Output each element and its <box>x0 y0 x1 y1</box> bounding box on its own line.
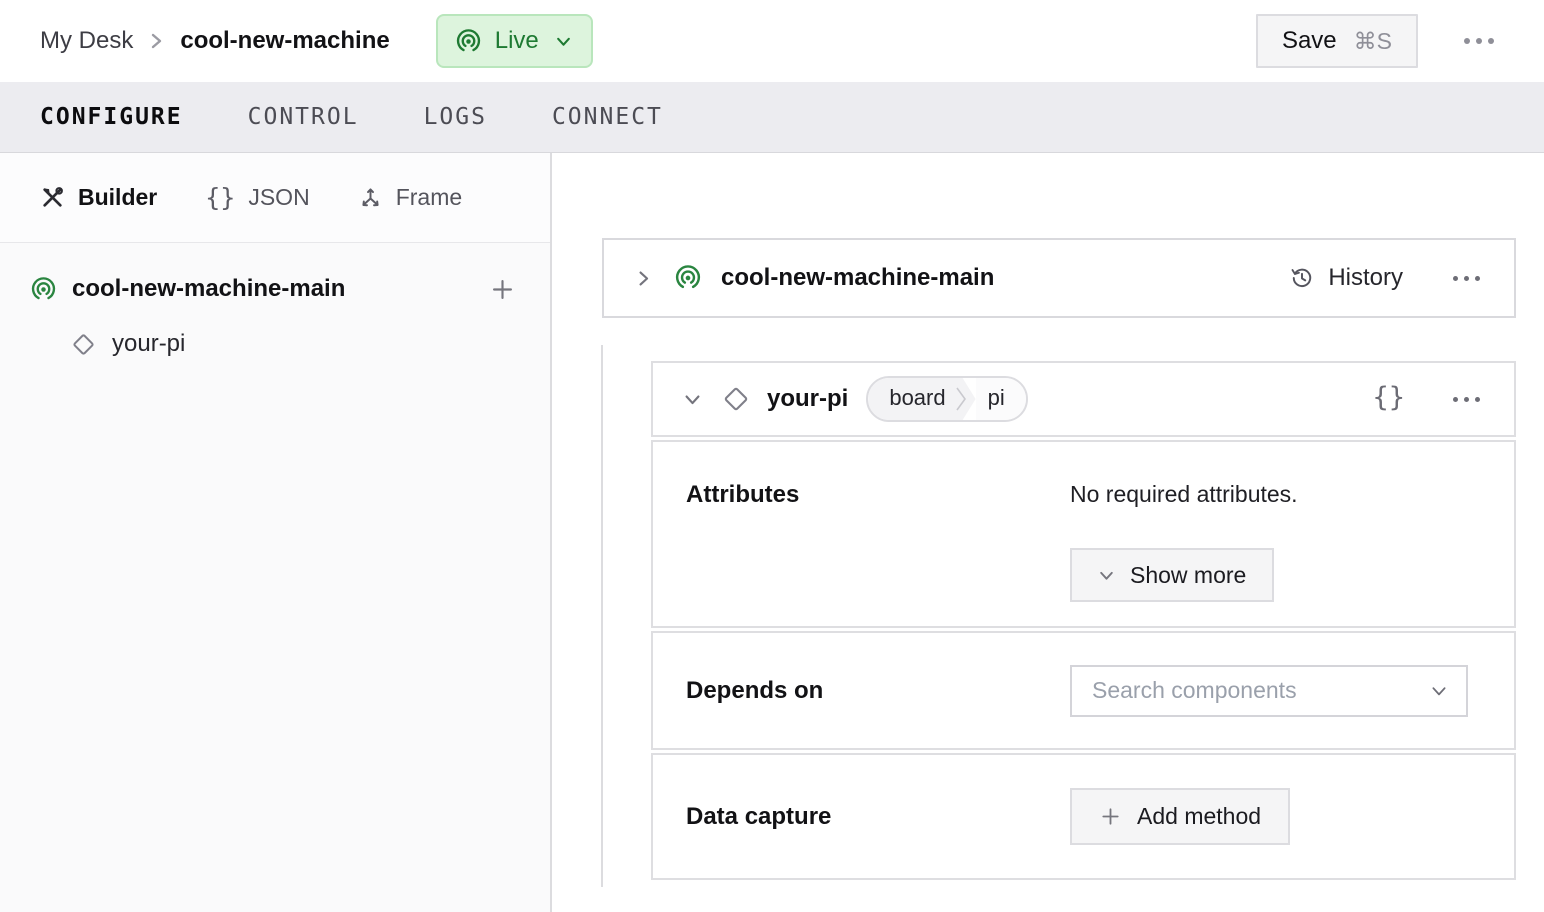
search-components-input[interactable] <box>1092 677 1430 704</box>
depends-on-select[interactable] <box>1070 664 1468 717</box>
content-area: Builder {} JSON Frame cool-new-machine-m… <box>0 153 1544 912</box>
tab-configure[interactable]: CONFIGURE <box>40 100 183 134</box>
edit-json-icon[interactable]: {} <box>1372 382 1405 417</box>
add-component-icon[interactable] <box>489 276 516 303</box>
top-header: My Desk cool-new-machine Live Save ⌘S <box>0 0 1544 82</box>
view-tab-label: JSON <box>248 184 310 210</box>
header-actions: Save ⌘S <box>1255 14 1500 68</box>
main-nav-tabs: CONFIGURE CONTROL LOGS CONNECT <box>0 82 1544 153</box>
breadcrumb-current: cool-new-machine <box>180 27 390 54</box>
attributes-section: Attributes No required attributes. Show … <box>651 440 1516 628</box>
broadcast-icon <box>455 28 482 55</box>
add-method-label: Add method <box>1137 803 1262 829</box>
tree-machine-row[interactable]: cool-new-machine-main <box>30 275 516 303</box>
history-button[interactable]: History <box>1289 264 1403 292</box>
tree-machine-name[interactable]: cool-new-machine-main <box>72 275 474 303</box>
view-tab-builder[interactable]: Builder <box>40 184 157 211</box>
select-chevron-down-icon[interactable] <box>1430 682 1448 700</box>
data-capture-section: Data capture Add method <box>651 753 1516 880</box>
view-switcher: Builder {} JSON Frame <box>0 153 550 243</box>
expand-chevron-right-icon[interactable] <box>634 269 653 288</box>
app-window: My Desk cool-new-machine Live Save ⌘S CO… <box>0 0 1544 912</box>
component-card-header: your-pi board pi {} <box>651 361 1516 437</box>
broadcast-icon <box>30 276 57 303</box>
chevron-right-icon <box>149 29 164 53</box>
save-shortcut-hint: ⌘S <box>1353 27 1392 54</box>
component-card-menu-icon[interactable] <box>1447 391 1486 408</box>
view-tab-frame[interactable]: Frame <box>358 184 462 211</box>
tree-component-row[interactable]: your-pi <box>71 330 516 358</box>
breadcrumb-parent[interactable]: My Desk <box>40 27 133 55</box>
badge-chevron-icon <box>956 387 967 411</box>
component-type-badge: board pi <box>866 376 1028 422</box>
history-button-label: History <box>1328 264 1403 291</box>
show-more-label: Show more <box>1130 561 1247 588</box>
view-tab-json[interactable]: {} JSON <box>205 183 309 212</box>
component-diamond-icon <box>722 385 750 413</box>
machine-card-menu-icon[interactable] <box>1447 270 1486 287</box>
live-status-dropdown[interactable]: Live <box>435 14 593 68</box>
view-tab-label: Builder <box>78 184 158 210</box>
chevron-down-icon <box>555 33 572 50</box>
breadcrumb: My Desk cool-new-machine <box>40 27 390 55</box>
live-badge-label: Live <box>494 27 539 54</box>
history-clock-icon <box>1289 265 1315 291</box>
machine-part-card: cool-new-machine-main History <box>602 238 1516 318</box>
configure-sidebar: Builder {} JSON Frame cool-new-machine-m… <box>0 153 552 912</box>
collapse-chevron-down-icon[interactable] <box>683 390 702 409</box>
component-title: your-pi <box>767 385 849 412</box>
header-overflow-menu-icon[interactable] <box>1458 32 1500 50</box>
tab-logs[interactable]: LOGS <box>424 100 487 134</box>
axes-icon <box>358 185 383 210</box>
add-method-button[interactable]: Add method <box>1070 788 1291 845</box>
tree-connector-line <box>601 345 603 887</box>
save-button[interactable]: Save ⌘S <box>1255 14 1418 68</box>
show-more-button[interactable]: Show more <box>1070 548 1275 602</box>
builder-canvas: cool-new-machine-main History your-pi bo… <box>552 153 1544 912</box>
tree-component-name[interactable]: your-pi <box>112 330 185 358</box>
braces-icon: {} <box>205 183 236 212</box>
tools-icon <box>40 185 65 210</box>
plus-icon <box>1099 805 1122 828</box>
view-tab-label: Frame <box>395 184 463 210</box>
attributes-empty-text: No required attributes. <box>1070 481 1298 507</box>
attributes-label: Attributes <box>686 481 800 508</box>
save-button-label: Save <box>1281 27 1337 54</box>
chevron-down-icon <box>1098 567 1115 584</box>
tab-control[interactable]: CONTROL <box>248 100 359 134</box>
depends-on-section: Depends on <box>651 631 1516 750</box>
component-diamond-icon <box>71 332 96 357</box>
component-model: pi <box>975 378 1026 420</box>
depends-on-label: Depends on <box>686 676 824 704</box>
attributes-content: No required attributes. Show more <box>1070 481 1298 602</box>
tab-connect[interactable]: CONNECT <box>552 100 663 134</box>
machine-part-title: cool-new-machine-main <box>721 264 995 291</box>
component-card: your-pi board pi {} Attributes No requir… <box>651 361 1516 880</box>
broadcast-icon <box>674 264 702 292</box>
machine-tree: cool-new-machine-main your-pi <box>0 243 550 358</box>
data-capture-label: Data capture <box>686 802 832 830</box>
